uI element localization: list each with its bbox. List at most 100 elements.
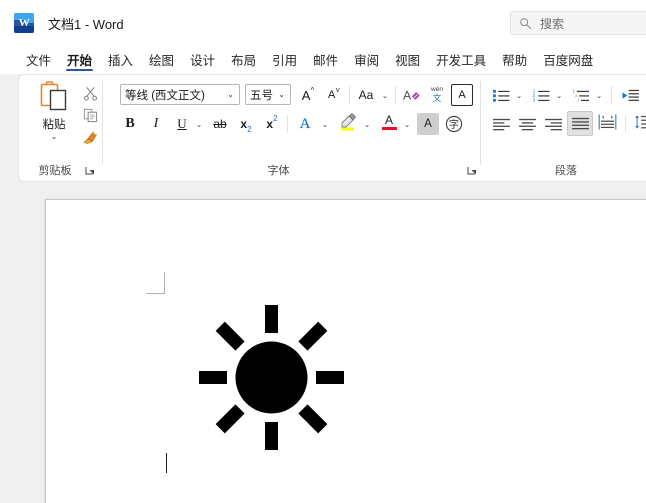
- font-color-button[interactable]: A: [377, 111, 401, 133]
- tab-home[interactable]: 开始: [59, 45, 100, 74]
- group-label-paragraph: 段落: [555, 165, 577, 177]
- multilevel-list-button[interactable]: 1 a i: [569, 84, 593, 106]
- align-right-button[interactable]: [541, 113, 565, 135]
- chevron-down-icon: ⌄: [195, 119, 203, 129]
- numbering-button[interactable]: 1 2 3: [529, 84, 553, 106]
- bold-icon: B: [125, 116, 135, 131]
- svg-text:A: A: [403, 89, 412, 103]
- align-center-button[interactable]: [515, 113, 539, 135]
- word-logo-icon: W: [14, 13, 34, 33]
- text-highlight-button[interactable]: [335, 111, 361, 133]
- font-name-combo[interactable]: 等线 (西文正文) ⌄: [120, 84, 240, 105]
- search-input[interactable]: 搜索: [540, 15, 564, 32]
- italic-button[interactable]: I: [145, 113, 167, 135]
- decrease-indent-button[interactable]: [618, 84, 642, 106]
- multilevel-list-caret[interactable]: ⌄: [593, 84, 605, 106]
- tab-layout[interactable]: 布局: [223, 45, 264, 74]
- strikethrough-button[interactable]: ab: [209, 113, 231, 135]
- line-spacing-button[interactable]: [631, 111, 646, 133]
- chevron-down-icon: ⌄: [595, 90, 603, 100]
- tab-baidu-netdisk[interactable]: 百度网盘: [535, 45, 601, 74]
- bold-button[interactable]: B: [119, 113, 141, 135]
- bullets-button[interactable]: [489, 84, 513, 106]
- text-highlight-caret[interactable]: ⌄: [361, 113, 373, 135]
- tab-view[interactable]: 视图: [387, 45, 428, 74]
- tab-design[interactable]: 设计: [182, 45, 223, 74]
- search-box[interactable]: 搜索: [510, 11, 646, 35]
- copy-button[interactable]: [79, 105, 101, 125]
- tab-mailings[interactable]: 邮件: [305, 45, 346, 74]
- chevron-down-icon[interactable]: ⌄: [276, 90, 290, 99]
- ribbon-tab-strip: 文件 开始 插入 绘图 设计 布局 引用 邮件 审阅 视图 开发工具 帮助 百度…: [0, 45, 646, 74]
- align-justify-button[interactable]: [567, 111, 593, 136]
- document-page[interactable]: [45, 199, 646, 503]
- character-shading-icon: A: [424, 118, 432, 130]
- enclose-characters-icon: 字: [445, 115, 463, 133]
- underline-caret[interactable]: ⌄: [193, 113, 205, 135]
- enclose-characters-button[interactable]: 字: [443, 113, 465, 135]
- tab-file[interactable]: 文件: [18, 45, 59, 74]
- character-border-button[interactable]: A: [451, 84, 473, 106]
- bullet-list-icon: [492, 89, 509, 102]
- chevron-down-icon: ⌄: [381, 90, 389, 100]
- paste-button[interactable]: 粘贴 ⌄: [31, 81, 77, 149]
- multilevel-list-icon: 1 a i: [572, 88, 589, 102]
- tab-help[interactable]: 帮助: [494, 45, 535, 74]
- tab-review[interactable]: 审阅: [346, 45, 387, 74]
- grow-font-icon: A: [301, 87, 311, 103]
- text-effects-caret[interactable]: ⌄: [319, 113, 331, 135]
- font-color-caret[interactable]: ⌄: [401, 113, 413, 135]
- chevron-down-icon: ⌄: [555, 90, 563, 100]
- underline-button[interactable]: U: [171, 113, 193, 135]
- chevron-down-icon[interactable]: ⌄: [225, 90, 239, 99]
- character-shading-button[interactable]: A: [417, 113, 439, 135]
- align-left-icon: [492, 118, 510, 130]
- para-sep-a: [611, 86, 612, 104]
- superscript-button[interactable]: x 2: [261, 113, 283, 135]
- sun-brightness-icon[interactable]: [199, 305, 344, 450]
- margin-corner-mark-icon: [146, 272, 165, 294]
- tab-draw[interactable]: 绘图: [141, 45, 182, 74]
- clear-formatting-button[interactable]: A: [399, 84, 423, 106]
- bullets-caret[interactable]: ⌄: [513, 84, 525, 106]
- tab-references[interactable]: 引用: [264, 45, 305, 74]
- font-name-value: 等线 (西文正文): [125, 89, 205, 102]
- phonetic-guide-icon: wén: [431, 85, 443, 93]
- tab-insert[interactable]: 插入: [100, 45, 141, 74]
- distributed-align-button[interactable]: [595, 111, 619, 133]
- tab-developer[interactable]: 开发工具: [428, 45, 494, 74]
- font-size-combo[interactable]: 五号 ⌄: [245, 84, 291, 105]
- chevron-down-icon: ⌄: [321, 119, 329, 129]
- chevron-down-icon: ⌄: [515, 90, 523, 100]
- paste-dropdown-caret[interactable]: ⌄: [51, 133, 58, 141]
- search-icon: [520, 17, 531, 29]
- cut-button[interactable]: [79, 83, 101, 103]
- shrink-font-button[interactable]: A ˅: [323, 84, 345, 106]
- align-center-icon: [518, 118, 536, 130]
- ribbon: 粘贴 ⌄ 剪贴板 等线 (西文正文) ⌄ 五号 ⌄ A ^ A ˅ Aa ⌄ A…: [18, 74, 646, 182]
- font-color-icon: A: [384, 112, 393, 127]
- svg-text:3: 3: [532, 97, 535, 102]
- phonetic-guide-button[interactable]: wén 文: [425, 83, 449, 105]
- align-left-button[interactable]: [489, 113, 513, 135]
- para-sep-b: [625, 115, 626, 133]
- group-font: 等线 (西文正文) ⌄ 五号 ⌄ A ^ A ˅ Aa ⌄ A wén 文 A …: [103, 75, 481, 181]
- change-case-caret[interactable]: ⌄: [379, 84, 391, 106]
- clipboard-dialog-launcher[interactable]: [85, 166, 95, 176]
- text-effects-button[interactable]: A: [293, 113, 317, 135]
- change-case-button[interactable]: Aa: [353, 84, 379, 106]
- title-bar: W 文档1 - Word 搜索: [0, 0, 646, 45]
- document-canvas[interactable]: [0, 182, 646, 503]
- numbering-caret[interactable]: ⌄: [553, 84, 565, 106]
- subscript-icon: x: [240, 117, 248, 131]
- grow-font-button[interactable]: A ^: [297, 84, 319, 106]
- font-dialog-launcher[interactable]: [467, 166, 477, 176]
- decrease-indent-icon: [622, 89, 639, 101]
- line-spacing-icon: [634, 115, 646, 129]
- format-painter-button[interactable]: [79, 127, 101, 147]
- subscript-button[interactable]: x 2: [235, 113, 257, 135]
- text-cursor-icon: [166, 453, 168, 473]
- group-paragraph: ⌄ 1 2 3 ⌄ 1 a i ⌄ 段落: [481, 75, 646, 181]
- copy-icon: [83, 108, 97, 122]
- shrink-caret-icon: ˅: [335, 86, 340, 95]
